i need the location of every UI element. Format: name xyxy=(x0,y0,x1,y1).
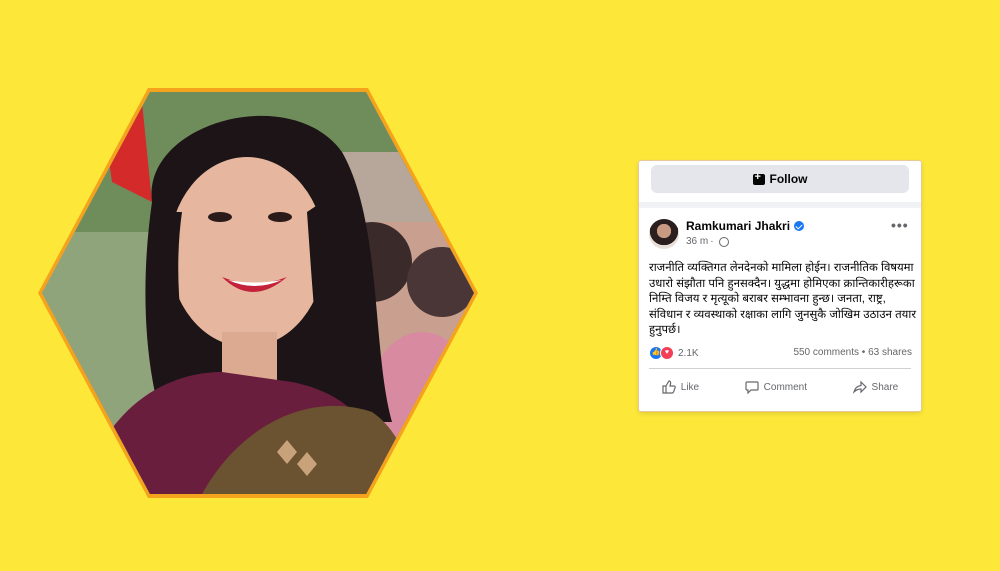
author-row: Ramkumari Jhakri xyxy=(686,219,805,233)
comment-label: Comment xyxy=(763,381,808,393)
globe-icon xyxy=(718,236,729,247)
post-meta: 36 m · xyxy=(686,236,729,247)
section-divider xyxy=(639,202,921,208)
post-actions: Like Comment Share xyxy=(639,376,921,398)
share-button[interactable]: Share xyxy=(852,380,899,394)
like-label: Like xyxy=(680,381,700,393)
follow-icon xyxy=(752,171,765,185)
meta-separator: · xyxy=(710,236,714,247)
verified-badge-icon xyxy=(794,221,805,231)
like-icon xyxy=(662,380,676,394)
comments-shares-count[interactable]: 550 comments • 63 shares xyxy=(793,347,912,358)
author-name[interactable]: Ramkumari Jhakri xyxy=(686,219,790,233)
follow-label: Follow xyxy=(769,172,808,186)
facebook-post-card: Follow Ramkumari Jhakri 36 m · ••• राजनी… xyxy=(639,161,921,411)
more-options-button[interactable]: ••• xyxy=(891,217,909,233)
post-timestamp[interactable]: 36 m xyxy=(686,236,708,247)
reactions-summary[interactable]: 👍 ♥ 2.1K xyxy=(649,346,699,360)
love-reaction-icon: ♥ xyxy=(660,346,674,360)
share-icon xyxy=(852,380,867,394)
follow-button[interactable]: Follow xyxy=(651,165,909,193)
like-button[interactable]: Like xyxy=(662,380,699,394)
avatar[interactable] xyxy=(649,219,679,249)
actions-divider xyxy=(649,368,911,369)
comment-icon xyxy=(745,381,759,394)
portrait-photo xyxy=(42,92,474,494)
reaction-count: 2.1K xyxy=(678,347,699,359)
comment-button[interactable]: Comment xyxy=(745,380,807,394)
share-label: Share xyxy=(871,381,899,393)
post-text: राजनीति व्यक्तिगत लेनदेनको मामिला होईन। … xyxy=(649,262,917,336)
